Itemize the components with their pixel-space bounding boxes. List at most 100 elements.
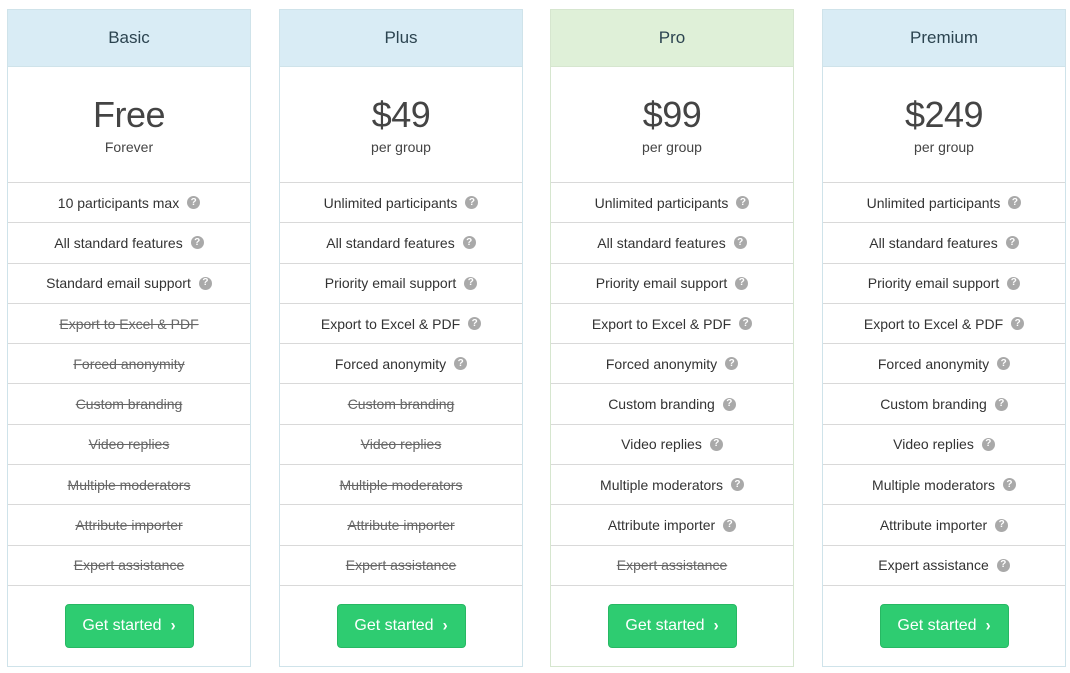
plan-price-period: Forever xyxy=(104,138,154,155)
question-circle-icon[interactable]: ? xyxy=(997,357,1011,371)
feature-label: Priority email support xyxy=(324,275,457,292)
question-circle-icon[interactable]: ? xyxy=(190,236,204,250)
question-circle-icon[interactable]: ? xyxy=(730,478,744,492)
feature-row: Forced anonymity xyxy=(8,344,250,385)
feature-label: Video replies xyxy=(88,436,170,453)
feature-row: Video replies xyxy=(280,425,522,466)
feature-label: Expert assistance xyxy=(73,557,185,574)
feature-label: Export to Excel & PDF xyxy=(591,315,732,332)
feature-row: Multiple moderators xyxy=(8,465,250,506)
feature-label: Standard email support xyxy=(46,275,191,292)
get-started-label: Get started xyxy=(625,616,705,634)
feature-label: 10 participants max xyxy=(57,194,180,211)
feature-label: All standard features xyxy=(869,234,998,251)
question-circle-icon[interactable]: ? xyxy=(722,397,736,411)
cta-container: Get started › xyxy=(551,586,793,666)
question-circle-icon[interactable]: ? xyxy=(464,276,478,290)
feature-label: Multiple moderators xyxy=(872,476,995,493)
feature-row: All standard features? xyxy=(551,223,793,264)
feature-row: Expert assistance? xyxy=(823,546,1065,586)
feature-row: Expert assistance xyxy=(8,546,250,586)
feature-row: Unlimited participants? xyxy=(551,183,793,224)
question-circle-icon[interactable]: ? xyxy=(725,357,739,371)
question-circle-icon[interactable]: ? xyxy=(454,357,468,371)
question-circle-icon[interactable]: ? xyxy=(462,236,476,250)
feature-row: Multiple moderators xyxy=(280,465,522,506)
chevron-right-icon: › xyxy=(713,616,719,636)
feature-label: Unlimited participants xyxy=(323,194,458,211)
price-box: $249 per group xyxy=(823,67,1065,183)
question-circle-icon[interactable]: ? xyxy=(981,437,995,451)
feature-label: Custom branding xyxy=(880,396,987,413)
plan-card-pro: Pro $99 per group Unlimited participants? Al… xyxy=(550,9,794,667)
feature-label: Export to Excel & PDF xyxy=(863,315,1004,332)
feature-label: Multiple moderators xyxy=(67,476,191,493)
question-circle-icon[interactable]: ? xyxy=(1008,196,1022,210)
question-circle-icon[interactable]: ? xyxy=(995,518,1009,532)
feature-label: Custom branding xyxy=(75,396,183,413)
feature-row: Multiple moderators? xyxy=(551,465,793,506)
plan-price-period: per group xyxy=(371,138,431,155)
question-circle-icon[interactable]: ? xyxy=(733,236,747,250)
question-circle-icon[interactable]: ? xyxy=(1002,478,1016,492)
question-circle-icon[interactable]: ? xyxy=(1011,317,1025,331)
feature-label: Multiple moderators xyxy=(339,476,463,493)
question-circle-icon[interactable]: ? xyxy=(198,276,212,290)
feature-row: Expert assistance xyxy=(551,546,793,586)
plan-price-period: per group xyxy=(642,138,702,155)
question-circle-icon[interactable]: ? xyxy=(736,196,750,210)
feature-row: Custom branding? xyxy=(823,384,1065,425)
question-circle-icon[interactable]: ? xyxy=(465,196,479,210)
question-circle-icon[interactable]: ? xyxy=(709,437,723,451)
price-box: $49 per group xyxy=(280,67,522,183)
get-started-button[interactable]: Get started › xyxy=(879,603,1009,648)
feature-label: Attribute importer xyxy=(879,517,988,534)
chevron-right-icon: › xyxy=(170,616,176,636)
question-circle-icon[interactable]: ? xyxy=(1007,276,1021,290)
price-box: $99 per group xyxy=(551,67,793,183)
cta-container: Get started › xyxy=(823,586,1065,666)
question-circle-icon[interactable]: ? xyxy=(994,397,1008,411)
feature-row: Priority email support? xyxy=(551,264,793,304)
question-circle-icon[interactable]: ? xyxy=(723,518,737,532)
feature-row: 10 participants max? xyxy=(8,183,250,224)
feature-row: All standard features? xyxy=(8,223,250,264)
feature-label: Multiple moderators xyxy=(600,476,723,493)
question-circle-icon[interactable]: ? xyxy=(1005,236,1019,250)
feature-label: Priority email support xyxy=(595,275,728,292)
feature-row: Video replies? xyxy=(551,425,793,466)
feature-label: Custom branding xyxy=(347,396,455,413)
plan-name: Plus xyxy=(280,10,522,67)
feature-row: Attribute importer? xyxy=(551,505,793,546)
feature-row: Forced anonymity? xyxy=(551,344,793,385)
feature-label: Forced anonymity xyxy=(73,355,185,372)
question-circle-icon[interactable]: ? xyxy=(735,276,749,290)
feature-row: Custom branding xyxy=(280,384,522,425)
question-circle-icon[interactable]: ? xyxy=(468,317,482,331)
feature-label: All standard features xyxy=(54,234,183,251)
feature-label: Export to Excel & PDF xyxy=(59,315,199,332)
get-started-button[interactable]: Get started › xyxy=(336,603,466,648)
feature-row: Attribute importer xyxy=(8,505,250,546)
plan-price: $99 xyxy=(642,93,702,135)
feature-row: Forced anonymity? xyxy=(823,344,1065,385)
plan-price-period: per group xyxy=(914,138,974,155)
feature-label: Custom branding xyxy=(608,396,715,413)
feature-row: Unlimited participants? xyxy=(280,183,522,224)
feature-row: All standard features? xyxy=(280,223,522,264)
feature-label: Unlimited participants xyxy=(866,194,1001,211)
plan-price: $49 xyxy=(371,93,431,135)
feature-row: Forced anonymity? xyxy=(280,344,522,385)
question-circle-icon[interactable]: ? xyxy=(996,558,1010,572)
get-started-button[interactable]: Get started › xyxy=(64,603,194,648)
plan-card-plus: Plus $49 per group Unlimited participants? A… xyxy=(279,9,523,667)
feature-label: Attribute importer xyxy=(347,517,455,534)
plan-price: $249 xyxy=(904,93,984,135)
plan-card-premium: Premium $249 per group Unlimited participan… xyxy=(822,9,1066,667)
pricing-table: Basic Free Forever 10 participants max? All … xyxy=(0,0,1070,673)
get-started-button[interactable]: Get started › xyxy=(607,603,737,648)
get-started-label: Get started xyxy=(897,616,977,634)
question-circle-icon[interactable]: ? xyxy=(187,196,201,210)
question-circle-icon[interactable]: ? xyxy=(739,317,753,331)
plan-name: Premium xyxy=(823,10,1065,67)
